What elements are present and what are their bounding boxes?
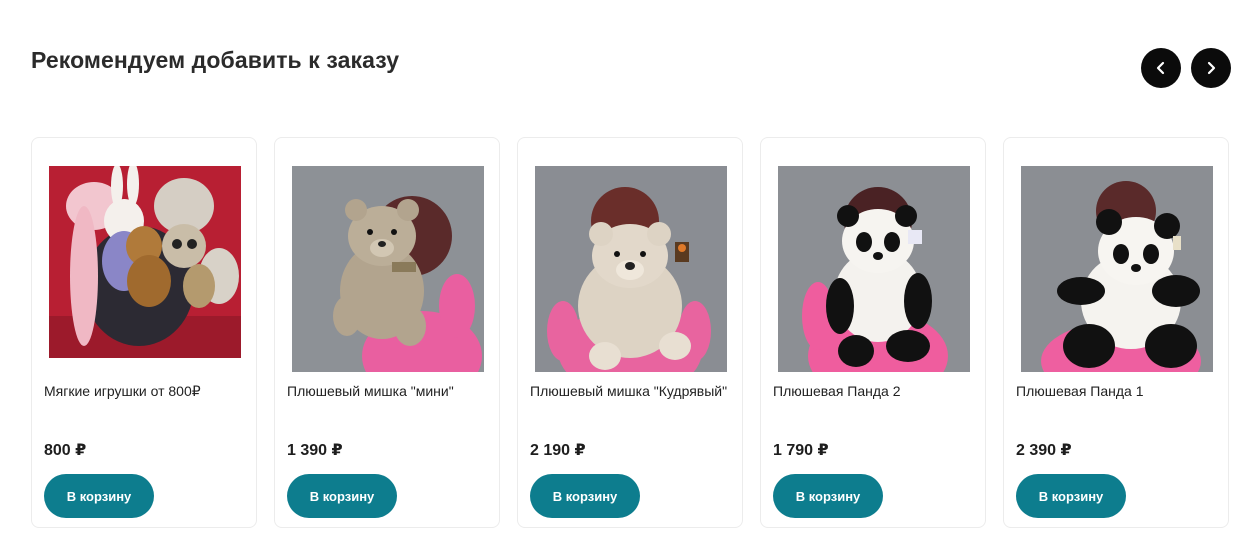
product-price: 1 790 ₽ <box>773 442 829 459</box>
add-to-cart-button[interactable]: В корзину <box>773 474 883 518</box>
add-to-cart-button[interactable]: В корзину <box>1016 474 1126 518</box>
add-to-cart-button[interactable]: В корзину <box>287 474 397 518</box>
product-price: 800 ₽ <box>44 442 87 459</box>
add-to-cart-button[interactable]: В корзину <box>530 474 640 518</box>
chevron-right-icon <box>1207 61 1216 75</box>
product-image[interactable] <box>535 166 727 372</box>
product-name[interactable]: Плюшевый мишка "мини" <box>287 382 497 400</box>
carousel-prev-button[interactable] <box>1141 48 1181 88</box>
product-name[interactable]: Плюшевый мишка "Кудрявый" <box>530 382 740 400</box>
product-name[interactable]: Плюшевая Панда 2 <box>773 382 983 400</box>
add-to-cart-button[interactable]: В корзину <box>44 474 154 518</box>
chevron-left-icon <box>1156 61 1165 75</box>
product-image[interactable] <box>778 166 970 372</box>
product-card: Мягкие игрушки от 800₽ 800 ₽ В корзину <box>31 137 257 528</box>
product-name[interactable]: Плюшевая Панда 1 <box>1016 382 1226 400</box>
product-image[interactable] <box>49 166 241 358</box>
product-name[interactable]: Мягкие игрушки от 800₽ <box>44 382 254 400</box>
product-price: 2 390 ₽ <box>1016 442 1072 459</box>
product-price: 2 190 ₽ <box>530 442 586 459</box>
product-image[interactable] <box>292 166 484 372</box>
product-card: Плюшевая Панда 2 1 790 ₽ В корзину <box>760 137 986 528</box>
product-price: 1 390 ₽ <box>287 442 343 459</box>
product-card: Плюшевый мишка "мини" 1 390 ₽ В корзину <box>274 137 500 528</box>
product-card: Плюшевый мишка "Кудрявый" 2 190 ₽ В корз… <box>517 137 743 528</box>
product-card: Плюшевая Панда 1 2 390 ₽ В корзину <box>1003 137 1229 528</box>
product-image[interactable] <box>1021 166 1213 372</box>
carousel-next-button[interactable] <box>1191 48 1231 88</box>
section-title: Рекомендуем добавить к заказу <box>31 47 400 73</box>
